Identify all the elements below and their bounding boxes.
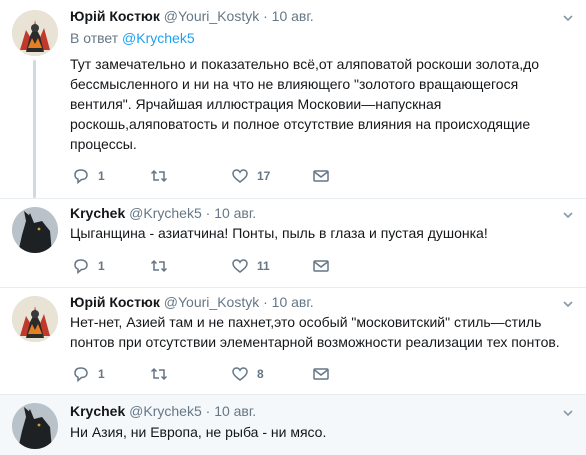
tweet-text: Нет-нет, Азией там и не пахнет,это особы… <box>70 314 560 350</box>
separator-dot: · <box>205 205 211 221</box>
tweet-header: Krychek @Krychek5 · 10 авг. <box>70 205 256 221</box>
tweet[interactable]: Юрій Костюк @Youri_Kostyk · 10 авг. В от… <box>0 0 586 198</box>
heart-icon <box>232 259 248 273</box>
author-handle[interactable]: @Youri_Kostyk <box>164 294 259 310</box>
reply-button[interactable]: 1 <box>72 364 105 384</box>
timestamp[interactable]: 10 авг. <box>272 8 314 24</box>
like-button[interactable]: 8 <box>231 364 264 384</box>
tweet-actions: 1 8 <box>70 364 340 384</box>
like-count: 8 <box>257 367 264 381</box>
author-handle[interactable]: @Krychek5 <box>129 205 202 221</box>
tweet-header: Krychek @Krychek5 · 10 авг. <box>70 403 256 419</box>
like-button[interactable]: 17 <box>231 166 270 186</box>
retweet-icon <box>150 259 168 273</box>
thread-line <box>33 60 36 198</box>
separator-dot: · <box>263 8 268 24</box>
reply-button[interactable]: 1 <box>72 256 105 276</box>
chevron-down-icon[interactable] <box>562 407 574 419</box>
retweet-icon <box>150 169 168 183</box>
retweet-icon <box>150 367 168 381</box>
author-name[interactable]: Krychek <box>70 403 125 419</box>
reply-button[interactable]: 1 <box>72 166 105 186</box>
reply-mention-link[interactable]: @Krychek5 <box>122 30 195 46</box>
chevron-down-icon[interactable] <box>562 298 574 310</box>
reply-icon <box>74 169 88 185</box>
tweet-actions: 1 11 <box>70 256 340 276</box>
timestamp[interactable]: 10 авг. <box>214 205 256 221</box>
chevron-down-icon[interactable] <box>562 12 574 24</box>
tweet-text: Тут замечательно и показательно всё,от а… <box>70 56 540 152</box>
tweet[interactable]: Krychek @Krychek5 · 10 авг. Цыганщина - … <box>0 199 586 287</box>
tweet-text: Цыганщина - азиатчина! Понты, пыль в гла… <box>70 225 488 241</box>
reply-icon <box>74 259 88 275</box>
avatar[interactable] <box>12 296 58 342</box>
heart-icon <box>232 367 248 381</box>
reply-count: 1 <box>98 367 105 381</box>
retweet-button[interactable] <box>150 256 176 276</box>
direct-message-button[interactable] <box>312 256 330 276</box>
timestamp[interactable]: 10 авг. <box>272 294 314 310</box>
tweet[interactable]: Юрій Костюк @Youri_Kostyk · 10 авг. Нет-… <box>0 288 586 394</box>
author-name[interactable]: Юрій Костюк <box>70 8 160 24</box>
reply-context: В ответ @Krychek5 <box>70 30 195 46</box>
like-count: 17 <box>257 169 271 183</box>
author-handle[interactable]: @Youri_Kostyk <box>164 8 259 24</box>
like-button[interactable]: 11 <box>231 256 270 276</box>
tweet-actions: 1 17 <box>70 166 340 186</box>
tweet[interactable]: Krychek @Krychek5 · 10 авг. Ни Азия, ни … <box>0 395 586 455</box>
direct-message-button[interactable] <box>312 364 330 384</box>
reply-prefix: В ответ <box>70 30 119 46</box>
retweet-button[interactable] <box>150 166 176 186</box>
author-name[interactable]: Krychek <box>70 205 125 221</box>
avatar[interactable] <box>12 207 58 253</box>
retweet-button[interactable] <box>150 364 176 384</box>
tweet-text: Ни Азия, ни Европа, не рыба - ни мясо. <box>70 424 327 440</box>
avatar[interactable] <box>12 10 58 56</box>
reply-count: 1 <box>98 259 105 273</box>
author-name[interactable]: Юрій Костюк <box>70 294 160 310</box>
chevron-down-icon[interactable] <box>562 209 574 221</box>
avatar[interactable] <box>12 403 58 449</box>
reply-icon <box>74 367 88 383</box>
direct-message-button[interactable] <box>312 166 330 186</box>
tweet-header: Юрій Костюк @Youri_Kostyk · 10 авг. <box>70 294 314 310</box>
like-count: 11 <box>257 259 270 273</box>
author-handle[interactable]: @Krychek5 <box>129 403 202 419</box>
separator-dot: · <box>205 403 211 419</box>
tweet-header: Юрій Костюк @Youri_Kostyk · 10 авг. <box>70 8 314 24</box>
separator-dot: · <box>263 294 268 310</box>
envelope-icon <box>313 368 329 380</box>
envelope-icon <box>313 260 329 272</box>
heart-icon <box>232 169 248 183</box>
reply-count: 1 <box>98 169 105 183</box>
timestamp[interactable]: 10 авг. <box>214 403 256 419</box>
envelope-icon <box>313 170 329 182</box>
